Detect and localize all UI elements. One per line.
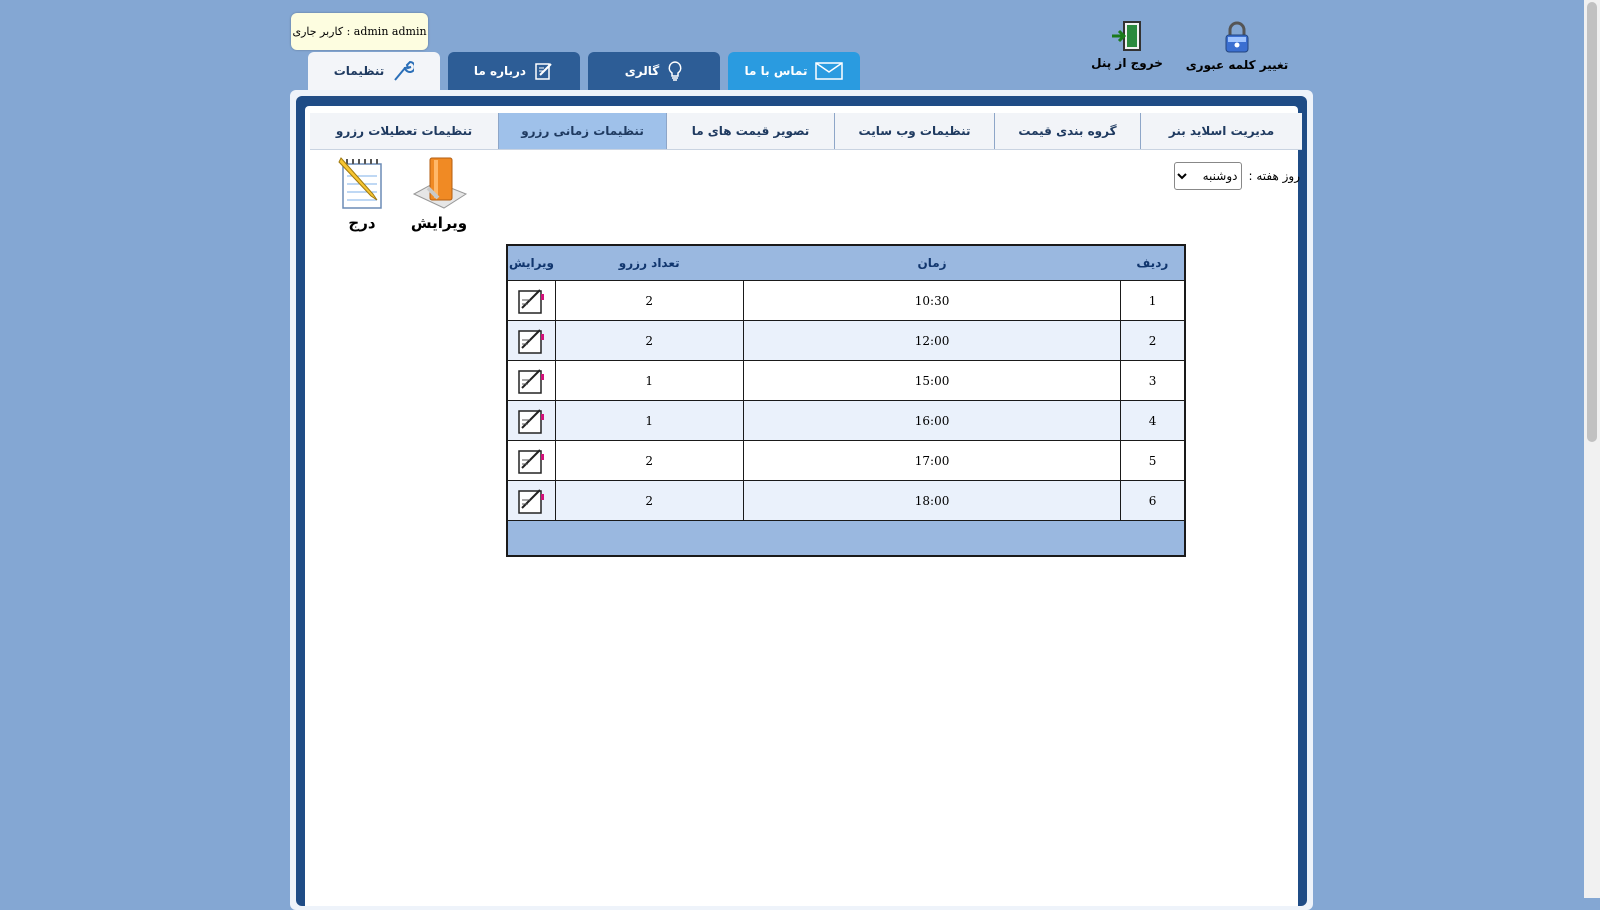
table-row: 2 12:00 2 [506, 320, 1186, 361]
subtab-banner-slides[interactable]: مدیریت اسلاید بنر [1140, 113, 1302, 149]
cell-count: 2 [554, 440, 744, 481]
logout-label: خروج از پنل [1091, 56, 1163, 70]
cell-edit [506, 280, 556, 321]
tab-about[interactable]: درباره ما [448, 52, 580, 90]
lightbulb-icon [668, 61, 682, 81]
insert-action-label: درج [348, 214, 376, 232]
cell-edit [506, 440, 556, 481]
cell-time: 17:00 [742, 440, 1122, 481]
cell-edit [506, 320, 556, 361]
scrollbar-thumb[interactable] [1587, 2, 1597, 442]
tab-settings[interactable]: تنظیمات [308, 52, 440, 90]
edit-row-icon[interactable] [516, 486, 546, 516]
tab-about-label: درباره ما [473, 64, 527, 78]
table-header-row: ردیف زمان تعداد رزرو ویرایش [507, 245, 1185, 281]
cell-edit [506, 480, 556, 521]
table-row: 5 17:00 2 [506, 440, 1186, 481]
table-row: 1 10:30 2 [506, 280, 1186, 321]
cell-time: 16:00 [742, 400, 1122, 441]
cell-time: 12:00 [742, 320, 1122, 361]
table-footer-row [507, 520, 1185, 556]
subtab-reservation-time-settings[interactable]: تنظیمات زمانی رزرو [498, 113, 666, 149]
column-header-edit: ویرایش [507, 245, 556, 281]
column-header-time: زمان [743, 245, 1121, 281]
edit-row-icon[interactable] [516, 286, 546, 316]
table-footer [507, 520, 1185, 556]
table-row: 3 15:00 1 [506, 360, 1186, 401]
edit-note-icon [535, 63, 552, 80]
tab-contact[interactable]: تماس با ما [728, 52, 860, 90]
edit-action-button[interactable]: ویرایش [407, 154, 471, 232]
change-password-label: تغییر کلمه عبوری [1185, 58, 1289, 72]
cell-edit [506, 400, 556, 441]
cell-count: 1 [554, 360, 744, 401]
reservation-times-table: ردیف زمان تعداد رزرو ویرایش 1 10:30 2 2 … [506, 244, 1186, 557]
current-user-badge: admin admin : کاربر جاری [291, 13, 428, 50]
cell-time: 15:00 [742, 360, 1122, 401]
cell-count: 2 [554, 480, 744, 521]
subtab-reservation-holiday-settings[interactable]: تنظیمات تعطیلات رزرو [310, 113, 498, 149]
weekday-select[interactable]: دوشنبه [1174, 162, 1243, 190]
notepad-pencil-icon [338, 157, 382, 209]
tab-settings-label: تنظیمات [333, 64, 385, 78]
table-row: 4 16:00 1 [506, 400, 1186, 441]
cell-count: 2 [554, 280, 744, 321]
subtab-website-settings[interactable]: تنظیمات وب سایت [834, 113, 994, 149]
tab-gallery-label: گالری [624, 64, 660, 78]
cell-row-number: 3 [1120, 360, 1186, 401]
exit-door-icon [1112, 21, 1141, 51]
column-header-row: ردیف [1120, 245, 1185, 281]
wrench-icon [394, 60, 415, 81]
page-scrollbar[interactable] [1584, 0, 1600, 898]
column-header-count: تعداد رزرو [555, 245, 744, 281]
edit-action-label: ویرایش [410, 214, 468, 232]
edit-row-icon[interactable] [516, 406, 546, 436]
table-row: 6 18:00 2 [506, 480, 1186, 521]
edit-row-icon[interactable] [516, 446, 546, 476]
cell-time: 10:30 [742, 280, 1122, 321]
tab-gallery[interactable]: گالری [588, 52, 720, 90]
edit-row-icon[interactable] [516, 366, 546, 396]
insert-action-button[interactable]: درج [334, 154, 390, 232]
cell-time: 18:00 [742, 480, 1122, 521]
logout-button[interactable]: خروج از پنل [1072, 20, 1182, 70]
cell-row-number: 1 [1120, 280, 1186, 321]
lock-icon [1225, 21, 1249, 53]
cell-row-number: 2 [1120, 320, 1186, 361]
cell-row-number: 4 [1120, 400, 1186, 441]
cell-count: 2 [554, 320, 744, 361]
subtab-price-groups[interactable]: گروه بندی قیمت [994, 113, 1140, 149]
weekday-label: روز هفته : [1248, 169, 1300, 183]
cell-edit [506, 360, 556, 401]
sub-tabs: مدیریت اسلاید بنر گروه بندی قیمت تنظیمات… [310, 113, 1302, 150]
change-password-button[interactable]: تغییر کلمه عبوری [1182, 20, 1292, 72]
cell-row-number: 5 [1120, 440, 1186, 481]
subtab-price-images[interactable]: تصویر قیمت های ما [666, 113, 834, 149]
cell-row-number: 6 [1120, 480, 1186, 521]
weekday-filter: روز هفته : دوشنبه [1174, 162, 1300, 190]
edit-row-icon[interactable] [516, 326, 546, 356]
tab-contact-label: تماس با ما [744, 64, 808, 78]
book-icon [412, 157, 468, 209]
envelope-icon [815, 62, 844, 80]
cell-count: 1 [554, 400, 744, 441]
